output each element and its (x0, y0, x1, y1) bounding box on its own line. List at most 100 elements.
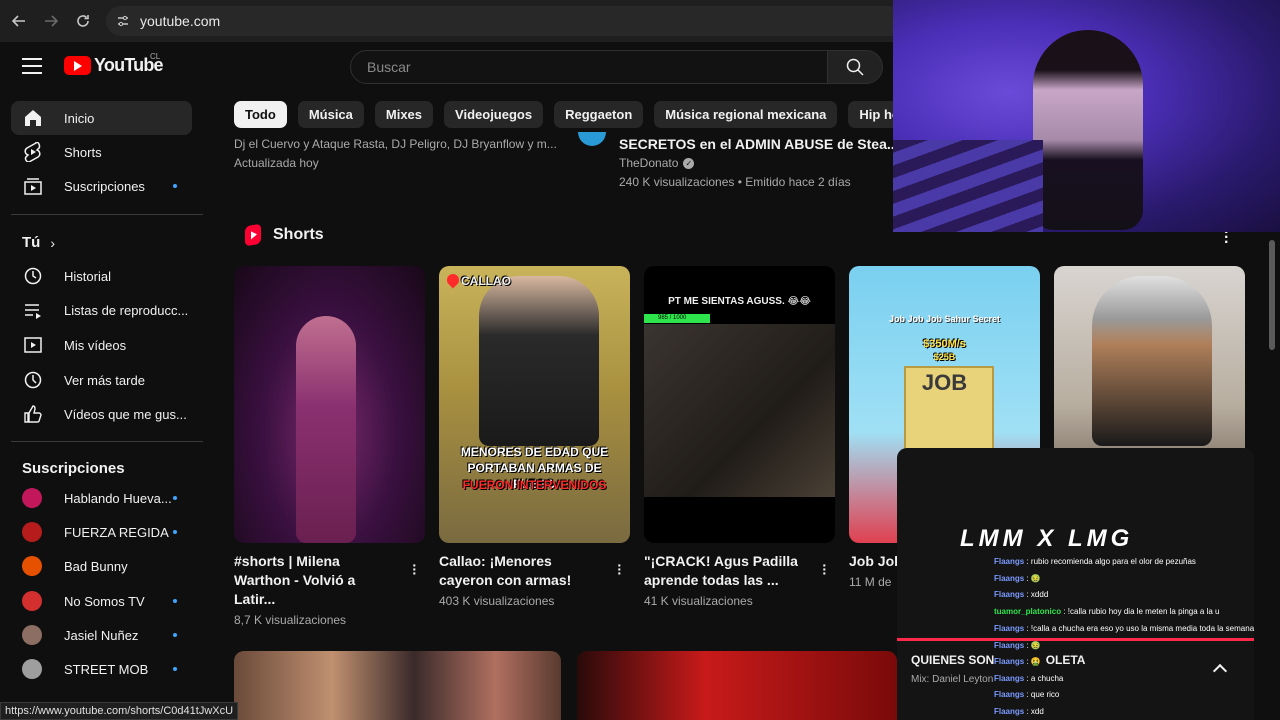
chat-message: Flaangs : a chucha (994, 674, 1063, 683)
location-pin-icon (444, 271, 462, 289)
youtube-header: YouTube CL (0, 42, 893, 92)
sidebar-item-label: Vídeos que me gus... (64, 406, 187, 422)
chevron-up-icon[interactable] (1212, 663, 1228, 679)
menu-icon[interactable] (22, 58, 42, 79)
divider (11, 441, 203, 442)
shorts-shelf-heading: Shorts (245, 223, 324, 247)
channel-name: FUERZA REGIDA (64, 524, 169, 540)
progress-bar: 985 / 1000 (644, 314, 710, 323)
youtube-play-icon (64, 56, 91, 75)
short-thumbnail[interactable] (234, 266, 425, 543)
channel-name: No Somos TV (64, 593, 145, 609)
chip-videojuegos[interactable]: Videojuegos (444, 101, 544, 128)
chat-message: Flaangs : 🤢 (994, 574, 1041, 583)
now-playing-text-rest: OLETA (1045, 653, 1086, 667)
site-settings-icon[interactable] (116, 14, 130, 28)
thumbnail-overlay-text: PT ME SIENTAS AGUSS. 😂😂 (668, 296, 811, 307)
person-figure (1092, 276, 1212, 446)
sidebar-item-inicio[interactable]: Inicio (11, 101, 192, 135)
chip-musica-regional-mexicana[interactable]: Música regional mexicana (654, 101, 838, 128)
subscription-channel[interactable]: No Somos TV (11, 584, 192, 618)
sidebar-item-watch-later[interactable]: Ver más tarde (11, 363, 192, 397)
browser-toolbar: youtube.com (0, 0, 893, 42)
more-options-icon[interactable]: · · · (822, 558, 827, 580)
link-status-bar: https://www.youtube.com/shorts/C0d41tJwX… (0, 702, 239, 720)
chat-username: Flaangs (994, 590, 1025, 599)
page-scrollbar[interactable] (1269, 240, 1275, 350)
chat-text: : 🤢 (1026, 574, 1041, 583)
channel-name[interactable]: TheDonato ✓ (619, 156, 695, 170)
subscription-channel[interactable]: STREET MOB (11, 652, 192, 686)
avatar (22, 659, 42, 679)
sidebar-item-subscriptions[interactable]: Suscripciones (11, 169, 192, 203)
shorts-logo-icon (245, 223, 261, 247)
chat-text: : 🤮 (1026, 657, 1041, 666)
forward-icon[interactable] (35, 5, 67, 37)
you-heading-label: Tú (22, 234, 41, 251)
short-views: 403 K visualizaciones (439, 594, 555, 608)
reload-icon[interactable] (67, 5, 99, 37)
chat-text: : 🤢 (1026, 641, 1041, 650)
short-card[interactable]: CALLAO MENORES DE EDAD QUE PORTABAN ARMA… (439, 266, 630, 608)
channel-name: STREET MOB (64, 661, 149, 677)
chat-username: Flaangs (994, 690, 1025, 699)
channel-avatar[interactable] (578, 132, 606, 146)
thumbnail-overlay-text: CALLAO (461, 274, 511, 288)
short-card[interactable]: #shorts | Milena Warthon - Volvió a Lati… (234, 266, 425, 627)
webcam-overlay (893, 0, 1280, 232)
overlay-title: LMM X LMG (960, 525, 1134, 552)
thumbnail-overlay-text: $350M/s (923, 338, 966, 350)
chip-reggaeton[interactable]: Reggaeton (554, 101, 644, 128)
chat-username: Flaangs (994, 674, 1025, 683)
more-options-icon[interactable]: · · · (412, 558, 417, 580)
subscription-channel[interactable]: FUERZA REGIDA (11, 515, 192, 549)
sidebar-item-my-videos[interactable]: Mis vídeos (11, 328, 192, 362)
more-options-icon[interactable]: · · · (617, 558, 622, 580)
back-icon[interactable] (3, 5, 35, 37)
chat-message: Flaangs : xdd (994, 707, 1044, 716)
video-thumbnail[interactable] (577, 651, 897, 720)
sidebar-item-playlists[interactable]: Listas de reproducc... (11, 293, 192, 327)
now-playing-mix: Mix: Daniel Leyton (911, 674, 994, 685)
search-box (350, 50, 828, 84)
video-thumbnail[interactable] (234, 651, 561, 720)
chat-username: Flaangs (994, 624, 1025, 633)
filter-chips: Todo Música Mixes Videojuegos Reggaeton … (234, 101, 958, 128)
new-content-dot (173, 633, 177, 637)
subscription-channel[interactable]: Hablando Hueva... (11, 481, 192, 515)
sidebar-item-shorts[interactable]: Shorts (11, 135, 192, 169)
short-thumbnail[interactable]: CALLAO MENORES DE EDAD QUE PORTABAN ARMA… (439, 266, 630, 543)
video-meta: 240 K visualizaciones • Emitido hace 2 d… (619, 175, 851, 189)
search-input[interactable] (367, 59, 827, 75)
chip-mixes[interactable]: Mixes (374, 101, 434, 128)
sidebar-item-history[interactable]: Historial (11, 259, 192, 293)
short-thumbnail[interactable]: PT ME SIENTAS AGUSS. 😂😂 985 / 1000 (644, 266, 835, 543)
subscription-channel[interactable]: Bad Bunny (11, 549, 192, 583)
search-button[interactable] (827, 50, 883, 84)
stream-chat-overlay: QUIENES SON OLETA Mix: Daniel Leyton (897, 448, 1254, 720)
sidebar-item-liked-videos[interactable]: Vídeos que me gus... (11, 397, 192, 431)
chat-username: Flaangs (994, 574, 1025, 583)
new-content-dot (173, 530, 177, 534)
thumbnail-overlay-text: JOB (921, 370, 968, 395)
subscriptions-icon (23, 176, 43, 196)
short-card[interactable]: PT ME SIENTAS AGUSS. 😂😂 985 / 1000 "¡CRA… (644, 266, 835, 608)
you-section-heading[interactable]: Tú › (22, 234, 55, 251)
chip-todo[interactable]: Todo (234, 101, 287, 128)
short-title: #shorts | Milena Warthon - Volvió a Lati… (234, 553, 356, 607)
subscription-channel[interactable]: Jasiel Nuñez (11, 618, 192, 652)
channel-name: Hablando Hueva... (64, 490, 172, 506)
sidebar: Inicio Shorts Suscripciones Tú › Histori… (0, 92, 210, 720)
channel-name: Jasiel Nuñez (64, 627, 139, 643)
chat-text: : rubio recomienda algo para el olor de … (1026, 557, 1196, 566)
shorts-title: Shorts (273, 226, 324, 243)
screen: youtube.com YouTube CL Inicio Shorts Sus… (0, 0, 1280, 720)
performer-figure (296, 316, 356, 543)
video-title[interactable]: SECRETOS en el ADMIN ABUSE de Stea... (619, 136, 899, 152)
address-bar[interactable]: youtube.com (106, 6, 893, 36)
chat-message: Flaangs : 🤮 (994, 657, 1041, 666)
chip-musica[interactable]: Música (297, 101, 364, 128)
history-icon (23, 266, 43, 286)
shelf-more-icon[interactable]: · · · (1224, 225, 1230, 251)
youtube-logo[interactable]: YouTube CL (64, 52, 164, 76)
